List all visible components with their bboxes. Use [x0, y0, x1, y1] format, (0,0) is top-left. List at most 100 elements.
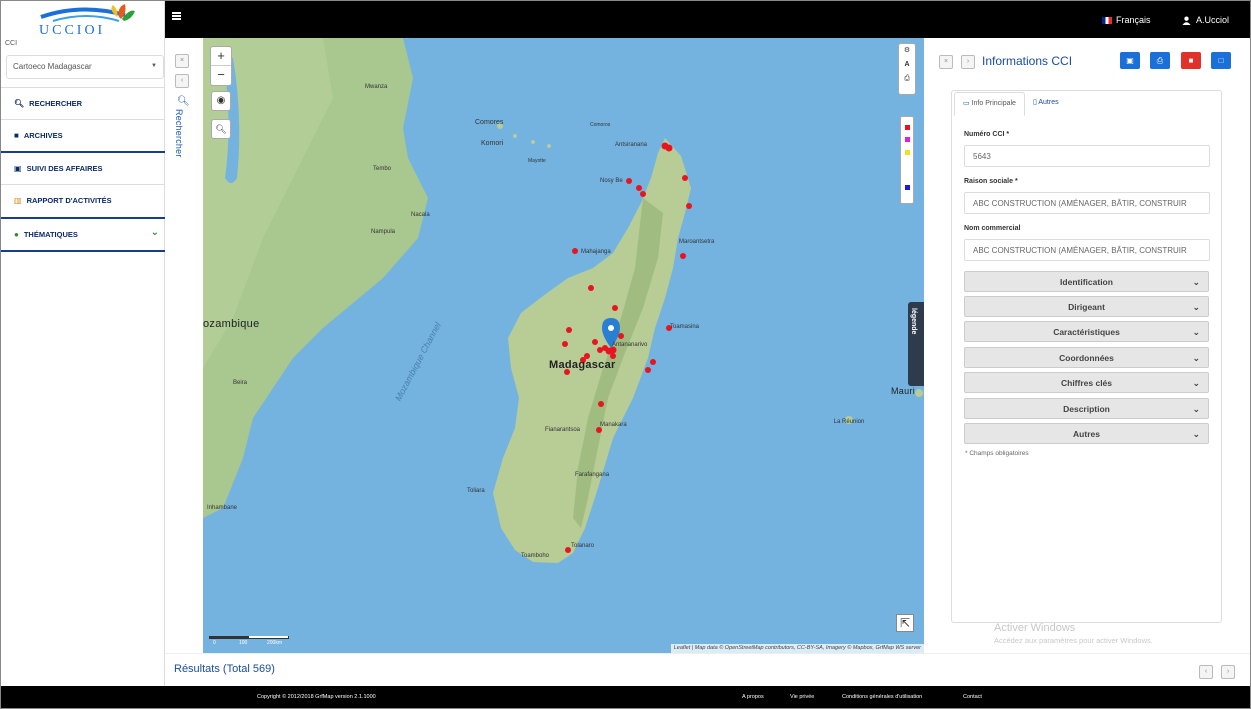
- zoom-control: + −: [210, 46, 232, 86]
- map-label-toamasina: Toamasina: [670, 324, 700, 330]
- map-label-inhambane: Inhambane: [207, 505, 238, 511]
- close-search-button[interactable]: ×: [175, 54, 189, 68]
- results-total-label[interactable]: Résultats (Total 569): [174, 663, 275, 675]
- zoom-out-button[interactable]: −: [211, 66, 231, 85]
- section-label: Identification: [1060, 277, 1113, 287]
- map-view[interactable]: Mwanza Comores Komori Comoros Antsiranan…: [203, 38, 924, 653]
- legend-color-magenta: [905, 137, 910, 142]
- nom-commercial-input[interactable]: ABC CONSTRUCTION (AMÉNAGER, BÂTIR, CONST…: [964, 239, 1210, 261]
- copyright-text: Copyright © 2012/2018 GrfMap version 2.1…: [257, 694, 376, 700]
- section-caracteristiques[interactable]: Caractéristiques ⌄: [964, 321, 1209, 342]
- section-coordonnees[interactable]: Coordonnées ⌄: [964, 347, 1209, 368]
- section-chiffres-cles[interactable]: Chiffres clés ⌄: [964, 372, 1209, 393]
- windows-activation-watermark: Activer Windows Accédez aux paramètres p…: [994, 622, 1153, 645]
- footer-link-apropos[interactable]: A propos: [742, 694, 764, 700]
- search-icon: 🔍︎: [14, 99, 25, 108]
- raison-sociale-input[interactable]: ABC CONSTRUCTION (AMÉNAGER, BÂTIR, CONST…: [964, 192, 1210, 214]
- save-button[interactable]: ▣: [1120, 52, 1140, 69]
- menu-toggle-icon[interactable]: [172, 12, 181, 20]
- top-navbar: UCCIOI Français A.Ucciol: [1, 1, 1250, 38]
- tab-autres[interactable]: ▯ Autres: [1025, 92, 1067, 116]
- map-label-mauri: Mauri: [891, 386, 916, 396]
- chevron-down-icon: ⌄: [1192, 302, 1200, 312]
- delete-button[interactable]: ■: [1181, 52, 1201, 69]
- map-label-antsiranana: Antsiranana: [615, 142, 648, 148]
- tab-label: Autres: [1038, 99, 1059, 106]
- section-dirigeant[interactable]: Dirigeant ⌄: [964, 296, 1209, 317]
- tab-label: Info Principale: [971, 100, 1016, 107]
- rechercher-vertical-label[interactable]: Rechercher: [174, 109, 184, 158]
- legend-label: légende: [910, 308, 917, 335]
- section-description[interactable]: Description ⌄: [964, 398, 1209, 419]
- results-collapse-button[interactable]: ‹: [1199, 665, 1213, 679]
- numero-cci-label: Numéro CCI *: [964, 131, 1010, 138]
- language-selector[interactable]: Français: [1102, 15, 1151, 25]
- collapse-search-button[interactable]: ‹: [175, 74, 189, 88]
- map-label-mozambique: ozambique: [203, 318, 260, 330]
- legend-color-blue: [905, 185, 910, 190]
- locate-button[interactable]: ◉: [211, 91, 231, 111]
- logo-graphic: UCCIOI: [39, 4, 135, 38]
- collapse-panel-button[interactable]: ›: [961, 55, 975, 69]
- legend-toggle[interactable]: légende: [908, 302, 924, 386]
- section-label: Description: [1063, 404, 1110, 414]
- footer: Copyright © 2012/2018 GrfMap version 2.1…: [1, 686, 1250, 708]
- color-legend-bar[interactable]: [900, 116, 914, 204]
- map-label-fianarantsoa: Fianarantsoa: [545, 427, 581, 433]
- map-select[interactable]: Cartoeco Madagascar ▼: [6, 55, 164, 79]
- map-label-toliara: Toliara: [467, 488, 485, 494]
- sidebar: CCI Cartoeco Madagascar ▼ 🔍︎ RECHERCHER …: [1, 38, 165, 686]
- zoom-in-button[interactable]: +: [211, 47, 231, 66]
- sidebar-item-label: ARCHIVES: [23, 131, 63, 140]
- svg-text:UCCIOI: UCCIOI: [39, 23, 105, 38]
- sidebar-item-thematiques[interactable]: ● THÉMATIQUES ⌄: [1, 217, 165, 252]
- print-icon[interactable]: ⎙: [899, 72, 915, 86]
- sidebar-item-rapport-activites[interactable]: ▥ RAPPORT D'ACTIVITÉS: [1, 184, 165, 216]
- sidebar-item-suivi-des-affaires[interactable]: ▣ SUIVI DES AFFAIRES: [1, 151, 165, 183]
- tab-info-principale[interactable]: ▭ Info Principale: [954, 92, 1025, 116]
- sidebar-item-rechercher[interactable]: 🔍︎ RECHERCHER: [1, 87, 165, 119]
- map-label-tolanaro: Tolanaro: [571, 543, 595, 549]
- expand-map-icon[interactable]: ⇱: [896, 614, 914, 632]
- sidebar-item-label: RAPPORT D'ACTIVITÉS: [26, 196, 112, 205]
- font-icon[interactable]: A: [899, 58, 915, 72]
- section-label: Caractéristiques: [1053, 327, 1120, 337]
- map-label-komori: Komori: [481, 140, 504, 147]
- map-attribution[interactable]: Leaflet | Map data © OpenStreetMap contr…: [670, 644, 924, 653]
- search-icon[interactable]: 🔍︎: [177, 96, 190, 107]
- section-identification[interactable]: Identification ⌄: [964, 271, 1209, 292]
- section-label: Dirigeant: [1068, 302, 1105, 312]
- map-label-mayotte: Mayotte: [528, 158, 546, 164]
- bar-chart-icon: ▥: [14, 196, 22, 205]
- map-select-value: Cartoeco Madagascar: [13, 62, 92, 71]
- footer-link-conditions[interactable]: Conditions générales d'utilisation: [842, 694, 922, 700]
- sidebar-item-archives[interactable]: ■ ARCHIVES: [1, 119, 165, 151]
- user-menu[interactable]: A.Ucciol: [1182, 15, 1229, 25]
- map-search-button[interactable]: 🔍︎: [211, 119, 231, 139]
- results-expand-button[interactable]: ›: [1221, 665, 1235, 679]
- watermark-line-2: Accédez aux paramètres pour activer Wind…: [994, 636, 1153, 645]
- map-label-nosybe: Nosy Be: [600, 178, 623, 184]
- map-label-comoros: Comoros: [590, 122, 611, 128]
- results-bar: Résultats (Total 569) ‹ ›: [165, 653, 1250, 686]
- close-panel-button[interactable]: ×: [939, 55, 953, 69]
- section-label: Coordonnées: [1059, 353, 1114, 363]
- map-label-tembo: Tembo: [373, 166, 392, 172]
- footer-link-vie-privee[interactable]: Vie privée: [790, 694, 814, 700]
- legend-color-yellow: [905, 150, 910, 155]
- info-tabs: ▭ Info Principale ▯ Autres: [954, 92, 1067, 116]
- numero-cci-input[interactable]: 5643: [964, 145, 1210, 167]
- close-record-button[interactable]: □: [1211, 52, 1231, 69]
- chevron-down-icon: ⌄: [1192, 327, 1200, 337]
- section-autres[interactable]: Autres ⌄: [964, 423, 1209, 444]
- settings-icon[interactable]: ⚙: [899, 44, 915, 58]
- france-flag-icon: [1102, 16, 1112, 24]
- map-label-madagascar: Madagascar: [549, 359, 616, 371]
- document-icon: ▯: [1032, 99, 1037, 106]
- sidebar-item-label: RECHERCHER: [29, 99, 83, 108]
- chevron-down-icon: ⌄: [1192, 429, 1200, 439]
- print-button[interactable]: ⎙: [1150, 52, 1170, 69]
- uccioi-logo[interactable]: UCCIOI: [1, 1, 165, 38]
- scale-label-200: 200km: [267, 640, 283, 646]
- footer-link-contact[interactable]: Contact: [963, 694, 982, 700]
